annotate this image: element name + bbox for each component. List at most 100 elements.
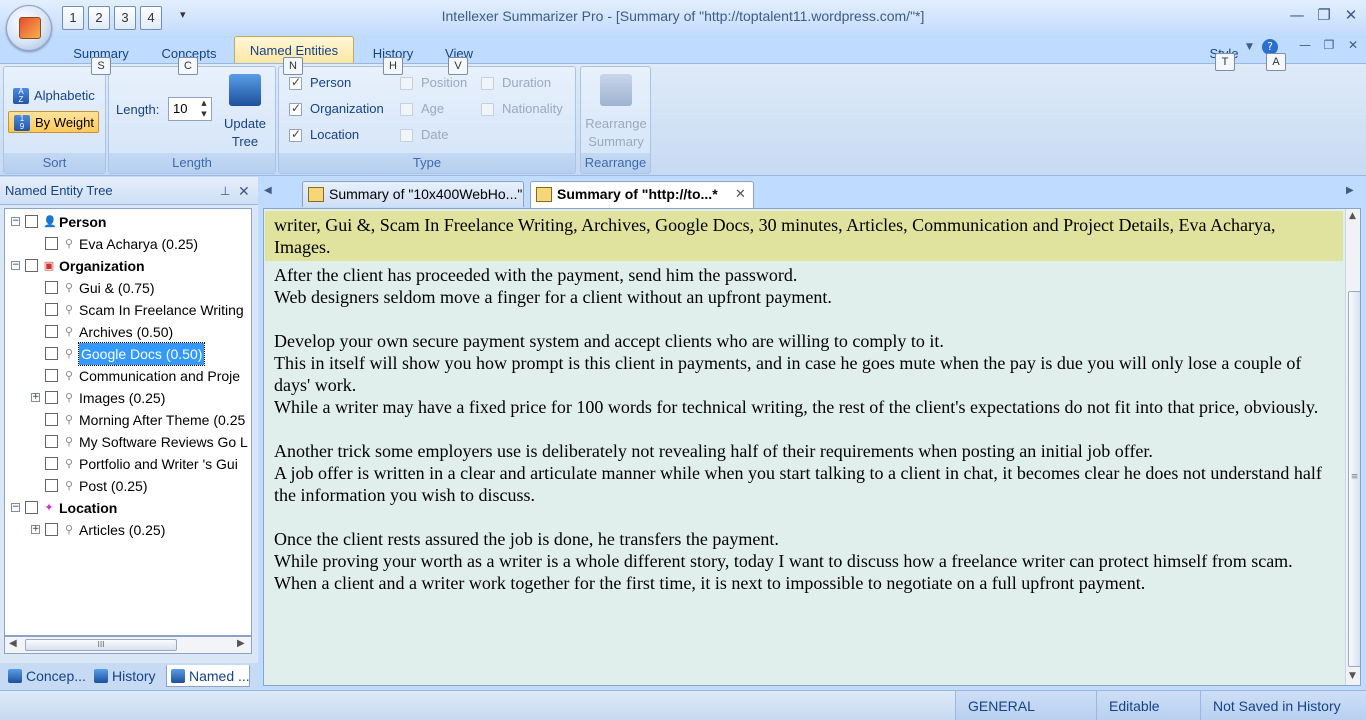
tree-entity-node[interactable]: Communication and Proje [79,365,240,387]
tree-entity-node[interactable]: Post (0.25) [79,475,147,497]
tree-entity-node[interactable]: My Software Reviews Go L [79,431,248,453]
summary-sentence[interactable]: A job offer is written in a clear and ar… [274,462,1334,506]
tree-entity-node[interactable]: Gui & (0.75) [79,277,154,299]
tree-node-checkbox[interactable] [25,215,38,228]
tree-category-node[interactable]: Person [59,211,106,233]
scroll-up-icon[interactable]: ▲ [1349,211,1356,221]
tree-node-checkbox[interactable] [45,479,58,492]
tree-node-checkbox[interactable] [45,391,58,404]
scroll-right-icon[interactable]: ▶ [237,638,245,649]
mdi-restore-button[interactable]: ❐ [1318,36,1340,54]
tree-entity-node[interactable]: Eva Acharya (0.25) [79,233,198,255]
tree-category-node[interactable]: Location [59,497,117,519]
tabs-scroll-left-icon[interactable]: ◀ [264,185,272,196]
organization-checkbox[interactable] [289,101,302,116]
length-stepper[interactable]: 10 ▲ ▼ [168,97,212,121]
doc-tab-10x400[interactable]: Summary of "10x400WebHo..." [302,181,524,207]
tree-entity-node[interactable]: Images (0.25) [79,387,165,409]
by-weight-button[interactable]: 19 By Weight [8,111,100,133]
tree-entity-node[interactable]: Morning After Theme (0.25 [79,409,245,431]
location-checkbox[interactable] [289,127,302,142]
close-tab-icon[interactable]: ✕ [735,182,746,206]
doc-tab-toptalent[interactable]: Summary of "http://to...* ✕ [530,181,754,208]
person-checkbox[interactable] [289,75,302,90]
tree-node-checkbox[interactable] [45,457,58,470]
tree-horizontal-scrollbar[interactable]: ◀ III ▶ [4,636,252,654]
expand-icon[interactable]: + [31,525,40,534]
blank-line[interactable] [274,308,1334,330]
tree-node-checkbox[interactable] [45,413,58,426]
tree-entity-node[interactable]: Portfolio and Writer 's Gui [79,453,238,475]
editor-vertical-scrollbar[interactable]: ▲ ≡ ▼ [1345,209,1360,685]
collapse-icon[interactable]: − [11,261,20,270]
bottom-tab-named-entities[interactable]: Named ... [166,665,250,687]
summary-sentence[interactable]: This in itself will show you how prompt … [274,352,1334,396]
named-entity-tree-pane: Named Entity Tree ⊥ ✕ − 👤 Person ⚲ Eva Achar… [0,177,258,689]
length-value[interactable]: 10 [173,101,187,116]
quick-access-button-2[interactable]: 2 [88,6,110,30]
tree-entity-node[interactable]: Google Docs (0.50) [77,342,206,366]
stepper-down-icon[interactable]: ▼ [197,109,211,120]
customize-qat-icon[interactable]: ▾ [180,8,186,21]
pin-icon[interactable]: ⊥ [220,177,230,205]
stepper-up-icon[interactable]: ▲ [197,98,211,109]
tree-node-checkbox[interactable] [45,347,58,360]
summary-doc-icon [308,187,324,202]
ribbon-panel: AZ Alphabetic 19 By Weight Sort Length: … [0,63,1366,176]
alphabetic-button[interactable]: AZ Alphabetic [8,85,99,107]
summary-sentence[interactable]: When a client and a writer work together… [274,572,1334,594]
summary-editor[interactable]: writer, Gui &, Scam In Freelance Writing… [263,208,1361,686]
length-label: Length: [116,102,160,117]
keywords-line[interactable]: writer, Gui &, Scam In Freelance Writing… [265,211,1343,261]
tree-entity-node[interactable]: Archives (0.50) [79,321,173,343]
tree-node-checkbox[interactable] [45,369,58,382]
scroll-down-icon[interactable]: ▼ [1349,671,1356,681]
person-check-label: Person [310,75,352,90]
quick-access-button-3[interactable]: 3 [114,6,136,30]
mdi-close-button[interactable]: ✕ [1342,36,1364,54]
tree-category-node[interactable]: Organization [59,255,145,277]
minimize-button[interactable]: — [1286,6,1308,24]
entity-icon: ⚲ [64,325,74,338]
summary-sentence[interactable]: Another trick some employers use is deli… [274,440,1334,462]
collapse-icon[interactable]: − [11,503,20,512]
quick-access-button-1[interactable]: 1 [62,6,84,30]
blank-line[interactable] [274,506,1334,528]
tree-node-checkbox[interactable] [45,523,58,536]
close-pane-icon[interactable]: ✕ [238,177,250,205]
mdi-minimize-button[interactable]: — [1294,36,1316,54]
style-dropdown-icon[interactable]: ▼ [1246,42,1253,52]
tree-node-checkbox[interactable] [45,303,58,316]
editor-scroll-thumb[interactable]: ≡ [1348,291,1360,667]
collapse-icon[interactable]: − [11,217,20,226]
tree-node-checkbox[interactable] [45,237,58,250]
close-button[interactable]: ✕ [1340,6,1362,24]
summary-sentence[interactable]: Once the client rests assured the job is… [274,528,1334,550]
tabs-scroll-right-icon[interactable]: ▶ [1346,185,1354,196]
bottom-tab-history[interactable]: History [90,665,162,687]
blank-line[interactable] [274,418,1334,440]
scroll-left-icon[interactable]: ◀ [9,638,17,649]
summary-sentence[interactable]: While a writer may have a fixed price fo… [274,396,1334,418]
expand-icon[interactable]: + [31,393,40,402]
tree-entity-node[interactable]: Scam In Freelance Writing [79,299,244,321]
application-menu-button[interactable] [6,5,52,51]
tree-node-checkbox[interactable] [45,325,58,338]
update-tree-button[interactable]: Update Tree [219,71,271,151]
tree-entity-node[interactable]: Articles (0.25) [79,519,165,541]
summary-sentence[interactable]: Develop your own secure payment system a… [274,330,1334,352]
tree-node-checkbox[interactable] [45,435,58,448]
entity-icon: ⚲ [64,391,74,404]
quick-access-button-4[interactable]: 4 [140,6,162,30]
summary-text[interactable]: After the client has proceeded with the … [265,263,1343,595]
tree-node-checkbox[interactable] [45,281,58,294]
tree-node-checkbox[interactable] [25,501,38,514]
tree-node-checkbox[interactable] [25,259,38,272]
summary-sentence[interactable]: Web designers seldom move a finger for a… [274,286,1334,308]
entity-icon: ⚲ [64,435,74,448]
restore-button[interactable]: ❐ [1313,6,1335,24]
bottom-tab-concepts[interactable]: Concep... [4,665,88,687]
summary-sentence[interactable]: While proving your worth as a writer is … [274,550,1334,572]
summary-sentence[interactable]: After the client has proceeded with the … [274,264,1334,286]
scroll-thumb[interactable]: III [25,639,177,651]
